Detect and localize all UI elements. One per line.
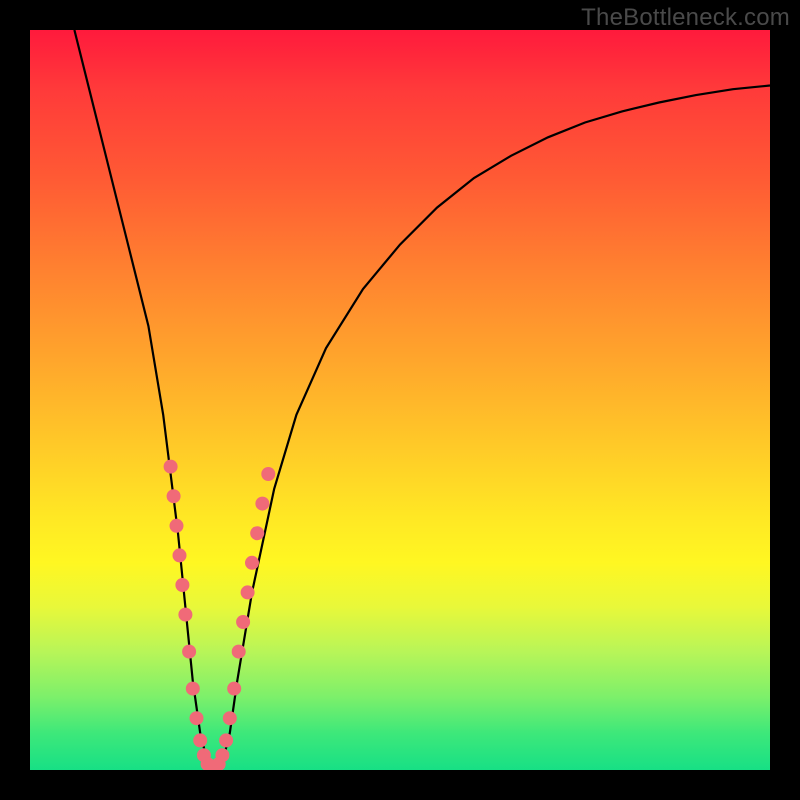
watermark-text: TheBottleneck.com	[581, 4, 790, 32]
curve-marker	[190, 711, 204, 725]
curve-marker	[167, 489, 181, 503]
chart-frame: TheBottleneck.com	[0, 0, 800, 800]
curve-marker	[175, 578, 189, 592]
curve-marker	[245, 556, 259, 570]
plot-area	[30, 30, 770, 770]
curve-marker	[223, 711, 237, 725]
curve-marker	[170, 519, 184, 533]
curve-marker	[250, 526, 264, 540]
curve-marker	[215, 748, 229, 762]
curve-marker	[232, 645, 246, 659]
curve-marker	[241, 585, 255, 599]
curve-marker	[173, 548, 187, 562]
curve-marker	[236, 615, 250, 629]
curve-marker	[178, 608, 192, 622]
curve-marker	[164, 460, 178, 474]
curve-marker	[182, 645, 196, 659]
curve-marker	[227, 682, 241, 696]
curve-marker	[261, 467, 275, 481]
curve-marker	[219, 733, 233, 747]
curve-marker	[186, 682, 200, 696]
bottleneck-curve	[30, 30, 770, 770]
curve-marker	[193, 733, 207, 747]
curve-marker	[255, 497, 269, 511]
